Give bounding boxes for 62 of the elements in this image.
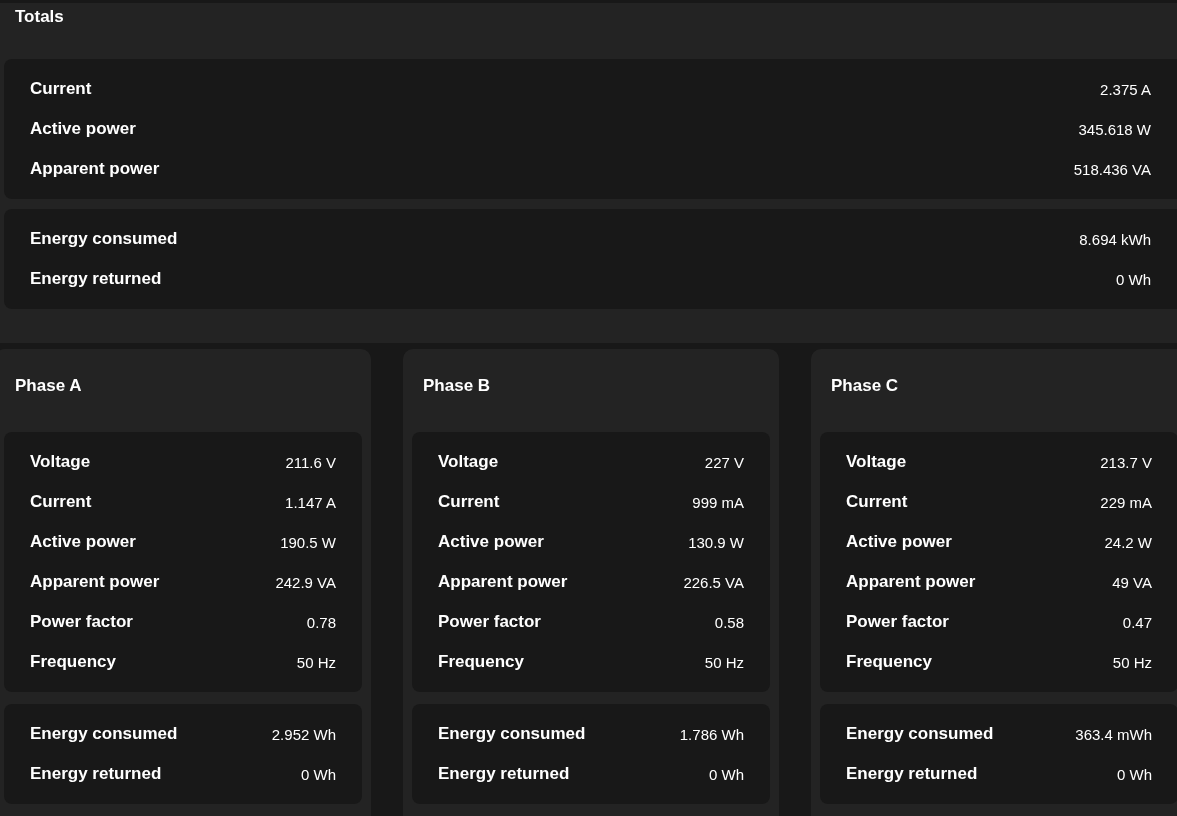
- metric-label: Energy consumed: [438, 724, 586, 744]
- metric-value: 242.9 VA: [275, 573, 336, 591]
- metric-label: Power factor: [438, 612, 541, 632]
- metric-label: Frequency: [846, 652, 932, 672]
- panel-title: Totals: [14, 6, 65, 28]
- metric-value: 0 Wh: [301, 765, 336, 783]
- metric-value: 0.47: [1122, 613, 1152, 631]
- metric-label: Energy consumed: [846, 724, 994, 744]
- metric-value: 0 Wh: [1116, 270, 1151, 288]
- metric-value: 0.78: [306, 613, 336, 631]
- panel-title: Phase A: [14, 375, 83, 397]
- metric-label: Frequency: [30, 652, 116, 672]
- metric-label: Energy returned: [438, 764, 570, 784]
- metric-label: Active power: [30, 532, 136, 552]
- metric-label: Voltage: [438, 452, 499, 472]
- metric-label: Current: [846, 492, 908, 512]
- metric-value: 24.2 W: [1104, 533, 1152, 551]
- metric-label: Energy returned: [846, 764, 978, 784]
- metric-label: Apparent power: [846, 572, 976, 592]
- metric-label: Energy returned: [30, 764, 162, 784]
- metric-value: 0 Wh: [709, 765, 744, 783]
- panel-title: Phase C: [830, 375, 900, 397]
- metric-value: 226.5 VA: [683, 573, 744, 591]
- metric-value: 0 Wh: [1117, 765, 1152, 783]
- metric-label: Current: [438, 492, 500, 512]
- metric-label: Power factor: [30, 612, 133, 632]
- metric-value: 2.375 A: [1100, 80, 1151, 98]
- metric-value: 50 Hz: [296, 653, 336, 671]
- metric-value: 229 mA: [1100, 493, 1152, 511]
- metric-value: 518.436 VA: [1073, 160, 1151, 178]
- metric-value: 1.786 Wh: [679, 725, 744, 743]
- metric-value: 213.7 V: [1100, 453, 1152, 471]
- metric-value: 227 V: [704, 453, 744, 471]
- metric-label: Energy consumed: [30, 724, 178, 744]
- metric-value: 345.618 W: [1078, 120, 1151, 138]
- metric-value: 190.5 W: [280, 533, 336, 551]
- metric-value: 50 Hz: [704, 653, 744, 671]
- metric-value: 2.952 Wh: [271, 725, 336, 743]
- metric-value: 8.694 kWh: [1079, 230, 1151, 248]
- metric-value: 999 mA: [692, 493, 744, 511]
- metric-label: Apparent power: [30, 159, 160, 179]
- metric-label: Apparent power: [30, 572, 160, 592]
- metric-value: 363.4 mWh: [1075, 725, 1152, 743]
- metric-label: Power factor: [846, 612, 949, 632]
- metric-value: 0.58: [714, 613, 744, 631]
- metric-label: Active power: [30, 119, 136, 139]
- metric-label: Active power: [846, 532, 952, 552]
- panel-title: Phase B: [422, 375, 492, 397]
- metric-value: 50 Hz: [1112, 653, 1152, 671]
- metric-label: Current: [30, 492, 92, 512]
- metric-label: Energy consumed: [30, 229, 178, 249]
- metric-value: 211.6 V: [285, 453, 336, 471]
- metric-value: 130.9 W: [688, 533, 744, 551]
- metric-value: 1.147 A: [285, 493, 336, 511]
- metric-label: Voltage: [30, 452, 91, 472]
- metric-label: Apparent power: [438, 572, 568, 592]
- metric-label: Energy returned: [30, 269, 162, 289]
- metric-label: Current: [30, 79, 92, 99]
- metric-label: Voltage: [846, 452, 907, 472]
- metric-label: Frequency: [438, 652, 524, 672]
- metric-label: Active power: [438, 532, 544, 552]
- metric-value: 49 VA: [1112, 573, 1152, 591]
